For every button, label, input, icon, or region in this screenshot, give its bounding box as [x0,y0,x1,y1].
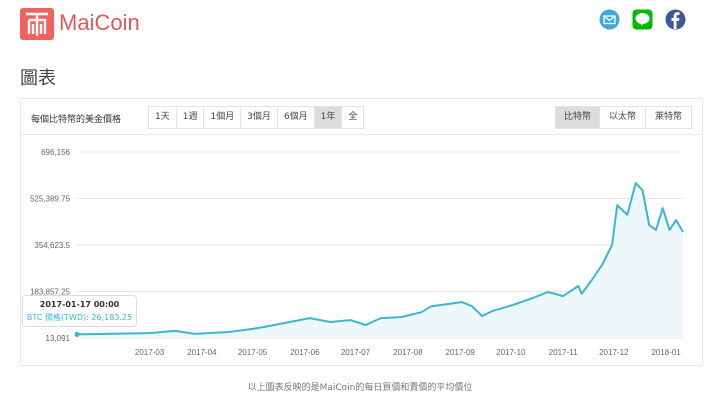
range-all-button[interactable]: 全 [342,107,364,128]
brand-name[interactable]: MaiCoin [59,10,140,36]
chart-toolbar: 每個比特幣的美金價格 1天 1週 1個月 3個月 6個月 1年 全 比特幣 以太… [21,99,702,135]
coin-ltc-button[interactable]: 萊特幣 [646,107,692,128]
maicoin-logo-icon[interactable] [20,8,54,40]
email-icon[interactable] [599,9,620,30]
coin-btc-button[interactable]: 比特幣 [556,107,601,128]
chart-footnote: 以上圖表反映的是MaiCoin的每日買價和賣價的平均價位 [247,383,473,393]
page-title: 圖表 [20,68,56,89]
chart-tooltip: 2017-01-17 00:00 BTC 價格(TWD): 26,183.25 [22,295,137,327]
facebook-icon[interactable] [665,9,686,30]
range-1w-button[interactable]: 1週 [176,107,205,128]
range-buttons: 1天 1週 1個月 3個月 6個月 1年 全 [148,106,365,129]
coin-buttons: 比特幣 以太幣 萊特幣 [555,106,693,129]
range-1m-button[interactable]: 1個月 [204,107,242,128]
range-3m-button[interactable]: 3個月 [241,107,278,128]
tooltip-date: 2017-01-17 00:00 [39,300,120,309]
range-1d-button[interactable]: 1天 [149,107,177,128]
range-6m-button[interactable]: 6個月 [277,107,315,128]
tooltip-value: BTC 價格(TWD): 26,183.25 [26,313,133,322]
line-icon[interactable] [632,9,653,30]
coin-eth-button[interactable]: 以太幣 [600,107,647,128]
chart-label: 每個比特幣的美金價格 [31,115,122,125]
range-1y-button[interactable]: 1年 [314,107,343,128]
